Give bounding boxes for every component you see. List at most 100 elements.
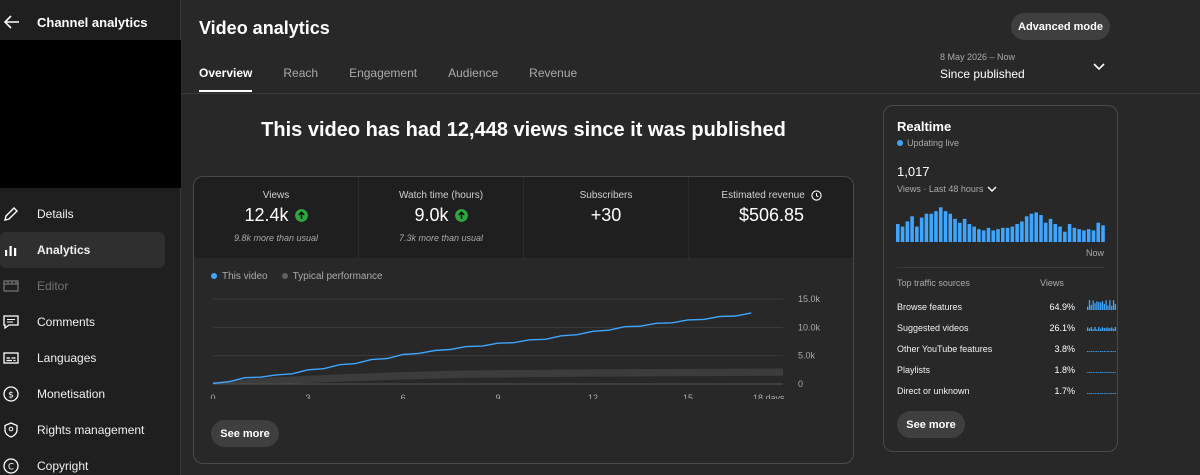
traffic-source-percent: 64.9% <box>1049 302 1075 312</box>
traffic-source-percent: 3.8% <box>1054 344 1075 354</box>
sparkline-bar <box>1092 300 1094 310</box>
sidebar-item-monetisation[interactable]: $ Monetisation <box>0 376 181 412</box>
sparkline-bar <box>1094 303 1096 310</box>
realtime-bar <box>1034 212 1038 242</box>
sparkline-bar <box>1114 393 1117 394</box>
sparkline-bar <box>1096 393 1098 394</box>
traffic-source-name: Other YouTube features <box>897 344 993 354</box>
realtime-bar <box>1010 226 1015 242</box>
tab-reach[interactable]: Reach <box>283 66 318 92</box>
tab-audience[interactable]: Audience <box>448 66 498 92</box>
metric-subscribers[interactable]: Subscribers +30 <box>524 177 689 258</box>
metric-value-row: 9.0k <box>359 205 523 226</box>
realtime-bar <box>1072 227 1077 242</box>
sparkline-bar <box>1088 351 1091 352</box>
metric-label: Subscribers <box>579 190 633 201</box>
sidebar: Channel analytics Details Analytics Edit… <box>0 0 181 475</box>
realtime-bar <box>967 224 972 242</box>
tab-engagement[interactable]: Engagement <box>349 66 417 92</box>
views-column-header: Views <box>1040 278 1064 288</box>
realtime-bar <box>1091 230 1096 242</box>
sparkline-bar <box>1109 300 1111 310</box>
tab-overview[interactable]: Overview <box>199 66 253 92</box>
sparkline-bar <box>1105 351 1107 352</box>
realtime-status: Updating live <box>897 138 959 148</box>
traffic-source-row: Other YouTube features 3.8% <box>897 344 1117 365</box>
svg-text:C: C <box>8 462 14 472</box>
see-more-button[interactable]: See more <box>211 420 279 447</box>
live-dot-icon <box>897 140 903 146</box>
sidebar-item-analytics[interactable]: Analytics <box>0 232 165 268</box>
sparkline-bar <box>1111 305 1113 310</box>
metric-estimated-revenue[interactable]: Estimated revenue $506.85 <box>689 177 853 258</box>
x-tick-label: 9 <box>495 393 500 399</box>
date-range-picker[interactable]: 8 May 2026 – Now Since published <box>940 52 1110 88</box>
sparkline-bar <box>1088 300 1091 310</box>
x-tick-label: 0 <box>210 393 215 399</box>
realtime-bar <box>905 221 910 242</box>
realtime-status-text: Updating live <box>907 138 960 148</box>
realtime-title: Realtime <box>897 119 952 134</box>
sidebar-item-languages[interactable]: Languages <box>0 340 181 376</box>
sparkline-bar <box>1109 328 1111 331</box>
sparkline-bar <box>1098 327 1100 331</box>
sparkline-bar <box>1088 393 1091 394</box>
sparkline-bar <box>1105 327 1107 331</box>
sparkline-bar <box>1114 372 1117 373</box>
sparkline-bar <box>1087 306 1089 310</box>
realtime-period-label: Views · Last 48 hours <box>897 184 984 194</box>
realtime-period-selector[interactable]: Views · Last 48 hours <box>897 184 997 194</box>
legend-label: Typical performance <box>292 271 383 282</box>
realtime-bar <box>986 227 991 242</box>
date-range-label: Since published <box>940 67 1025 81</box>
realtime-bar <box>1063 231 1067 242</box>
tab-bar: Overview Reach Engagement Audience Reven… <box>199 66 608 94</box>
traffic-source-sparkline <box>1087 393 1117 394</box>
sparkline-bar <box>1099 328 1102 331</box>
sidebar-item-label: Rights management <box>37 423 145 437</box>
sparkline-bar <box>1087 372 1089 373</box>
advanced-mode-button[interactable]: Advanced mode <box>1011 13 1110 40</box>
realtime-see-more-button[interactable]: See more <box>897 411 965 438</box>
realtime-bar <box>943 211 948 242</box>
views-chart[interactable]: 15.0k 10.0k 5.0k 0 0 3 6 9 12 15 18 days <box>194 289 853 399</box>
sparkline-bar <box>1090 393 1092 394</box>
sparkline-bar <box>1107 351 1109 352</box>
sparkline-bar <box>1096 372 1098 373</box>
sparkline-bar <box>1103 303 1105 310</box>
sidebar-item-details[interactable]: Details <box>0 196 181 232</box>
realtime-bar <box>1001 227 1005 242</box>
tab-revenue[interactable]: Revenue <box>529 66 577 92</box>
realtime-bar <box>1029 213 1034 242</box>
realtime-bar <box>1015 224 1019 242</box>
sparkline-bar <box>1092 351 1094 352</box>
realtime-bar <box>972 226 976 242</box>
metric-label: Watch time (hours) <box>398 190 484 201</box>
metric-views[interactable]: Views 12.4k 9.8k more than usual <box>194 177 359 258</box>
sparkline-bar <box>1114 327 1117 331</box>
sparkline-bar <box>1114 304 1117 310</box>
back-arrow-icon[interactable] <box>2 12 22 32</box>
traffic-source-row: Playlists 1.8% <box>897 365 1117 386</box>
sidebar-item-rights-management[interactable]: Rights management <box>0 412 181 448</box>
date-range-dates: 8 May 2026 – Now <box>940 52 1016 62</box>
sparkline-bar <box>1099 393 1102 394</box>
video-thumbnail[interactable] <box>0 40 181 188</box>
page-title: Video analytics <box>199 18 330 38</box>
y-tick-label: 10.0k <box>798 322 821 332</box>
y-tick-label: 15.0k <box>798 294 821 304</box>
realtime-bar-chart[interactable] <box>896 206 1106 244</box>
traffic-source-name: Direct or unknown <box>897 386 970 396</box>
sidebar-item-editor: Editor <box>0 268 181 304</box>
metric-watch-time[interactable]: Watch time (hours) 9.0k 7.3k more than u… <box>359 177 524 258</box>
metric-note: 7.3k more than usual <box>398 233 484 243</box>
sidebar-item-comments[interactable]: Comments <box>0 304 181 340</box>
x-tick-label: 12 <box>588 393 598 399</box>
sidebar-item-copyright[interactable]: C Copyright <box>0 448 181 475</box>
sidebar-title: Channel analytics <box>37 15 148 30</box>
sparkline-bar <box>1098 301 1100 310</box>
legend-dot <box>211 273 217 279</box>
sparkline-bar <box>1105 300 1107 310</box>
sparkline-bar <box>1094 372 1096 373</box>
realtime-bar <box>900 226 905 242</box>
